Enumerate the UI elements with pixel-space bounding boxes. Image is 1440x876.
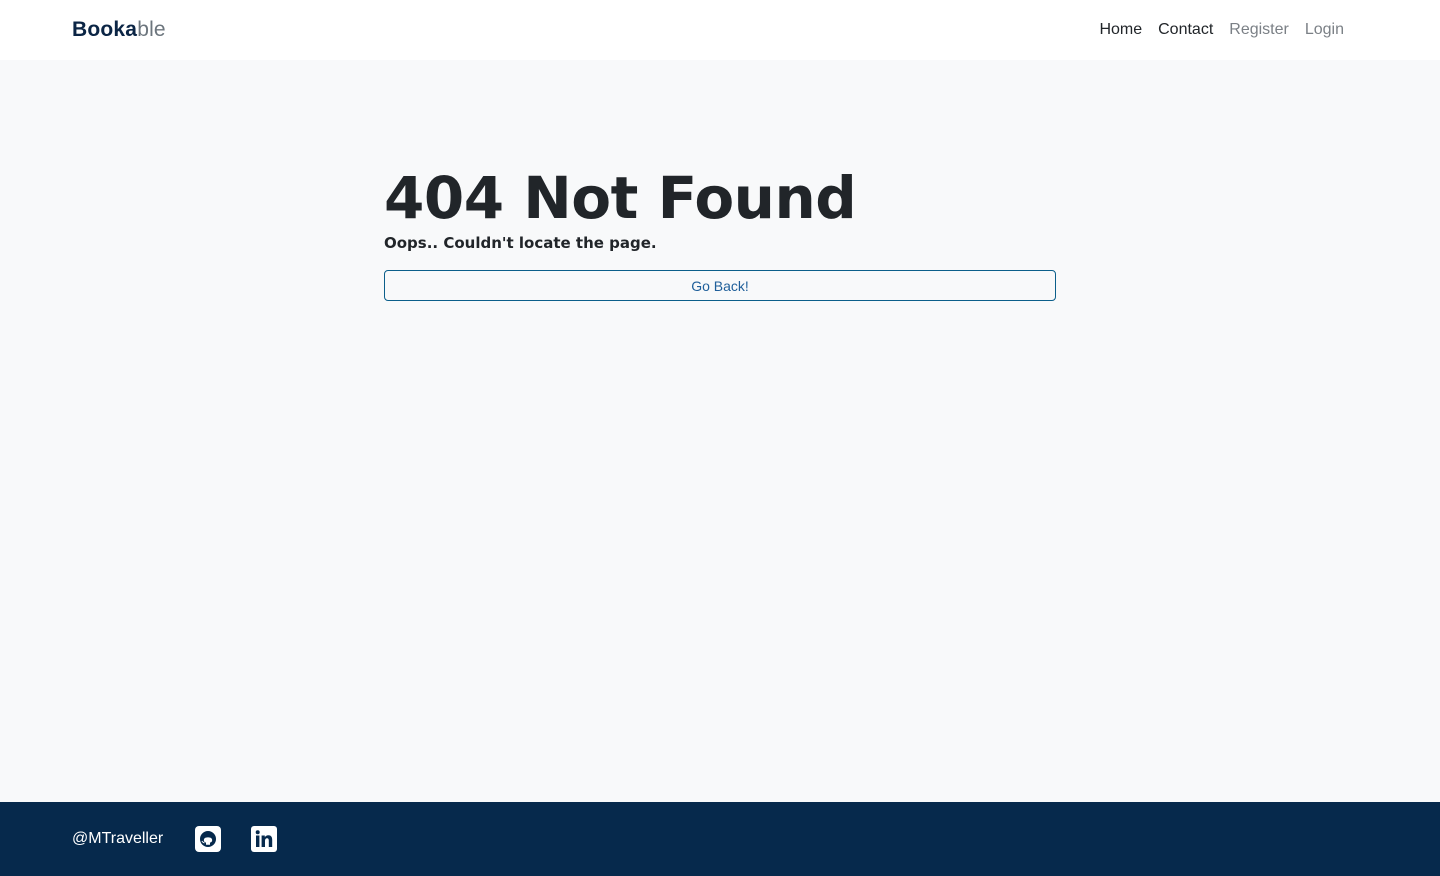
brand-name-bold: Booka [72,18,138,41]
page-subtitle: Oops.. Couldn't locate the page. [384,234,657,252]
brand-logo-link[interactable]: Booka ble [72,18,166,42]
nav-links: Home Contact Register Login [1099,21,1344,39]
not-found-panel: 404 Not Found Oops.. Couldn't locate the… [384,163,1056,301]
linkedin-icon [251,826,278,852]
github-icon [195,826,222,852]
nav-link-register[interactable]: Register [1229,21,1289,39]
github-link[interactable] [195,826,222,852]
nav-link-home[interactable]: Home [1099,21,1142,39]
top-navbar: Booka ble Home Contact Register Login [0,0,1440,60]
nav-link-contact[interactable]: Contact [1158,21,1213,39]
main-content: 404 Not Found Oops.. Couldn't locate the… [0,60,1440,802]
nav-link-login[interactable]: Login [1305,21,1344,39]
footer: @MTraveller [0,802,1440,876]
brand-name-light: ble [137,18,166,41]
footer-handle: @MTraveller [72,830,164,847]
page-title: 404 Not Found [384,164,857,232]
linkedin-link[interactable] [251,826,278,852]
go-back-button[interactable]: Go Back! [384,270,1056,301]
